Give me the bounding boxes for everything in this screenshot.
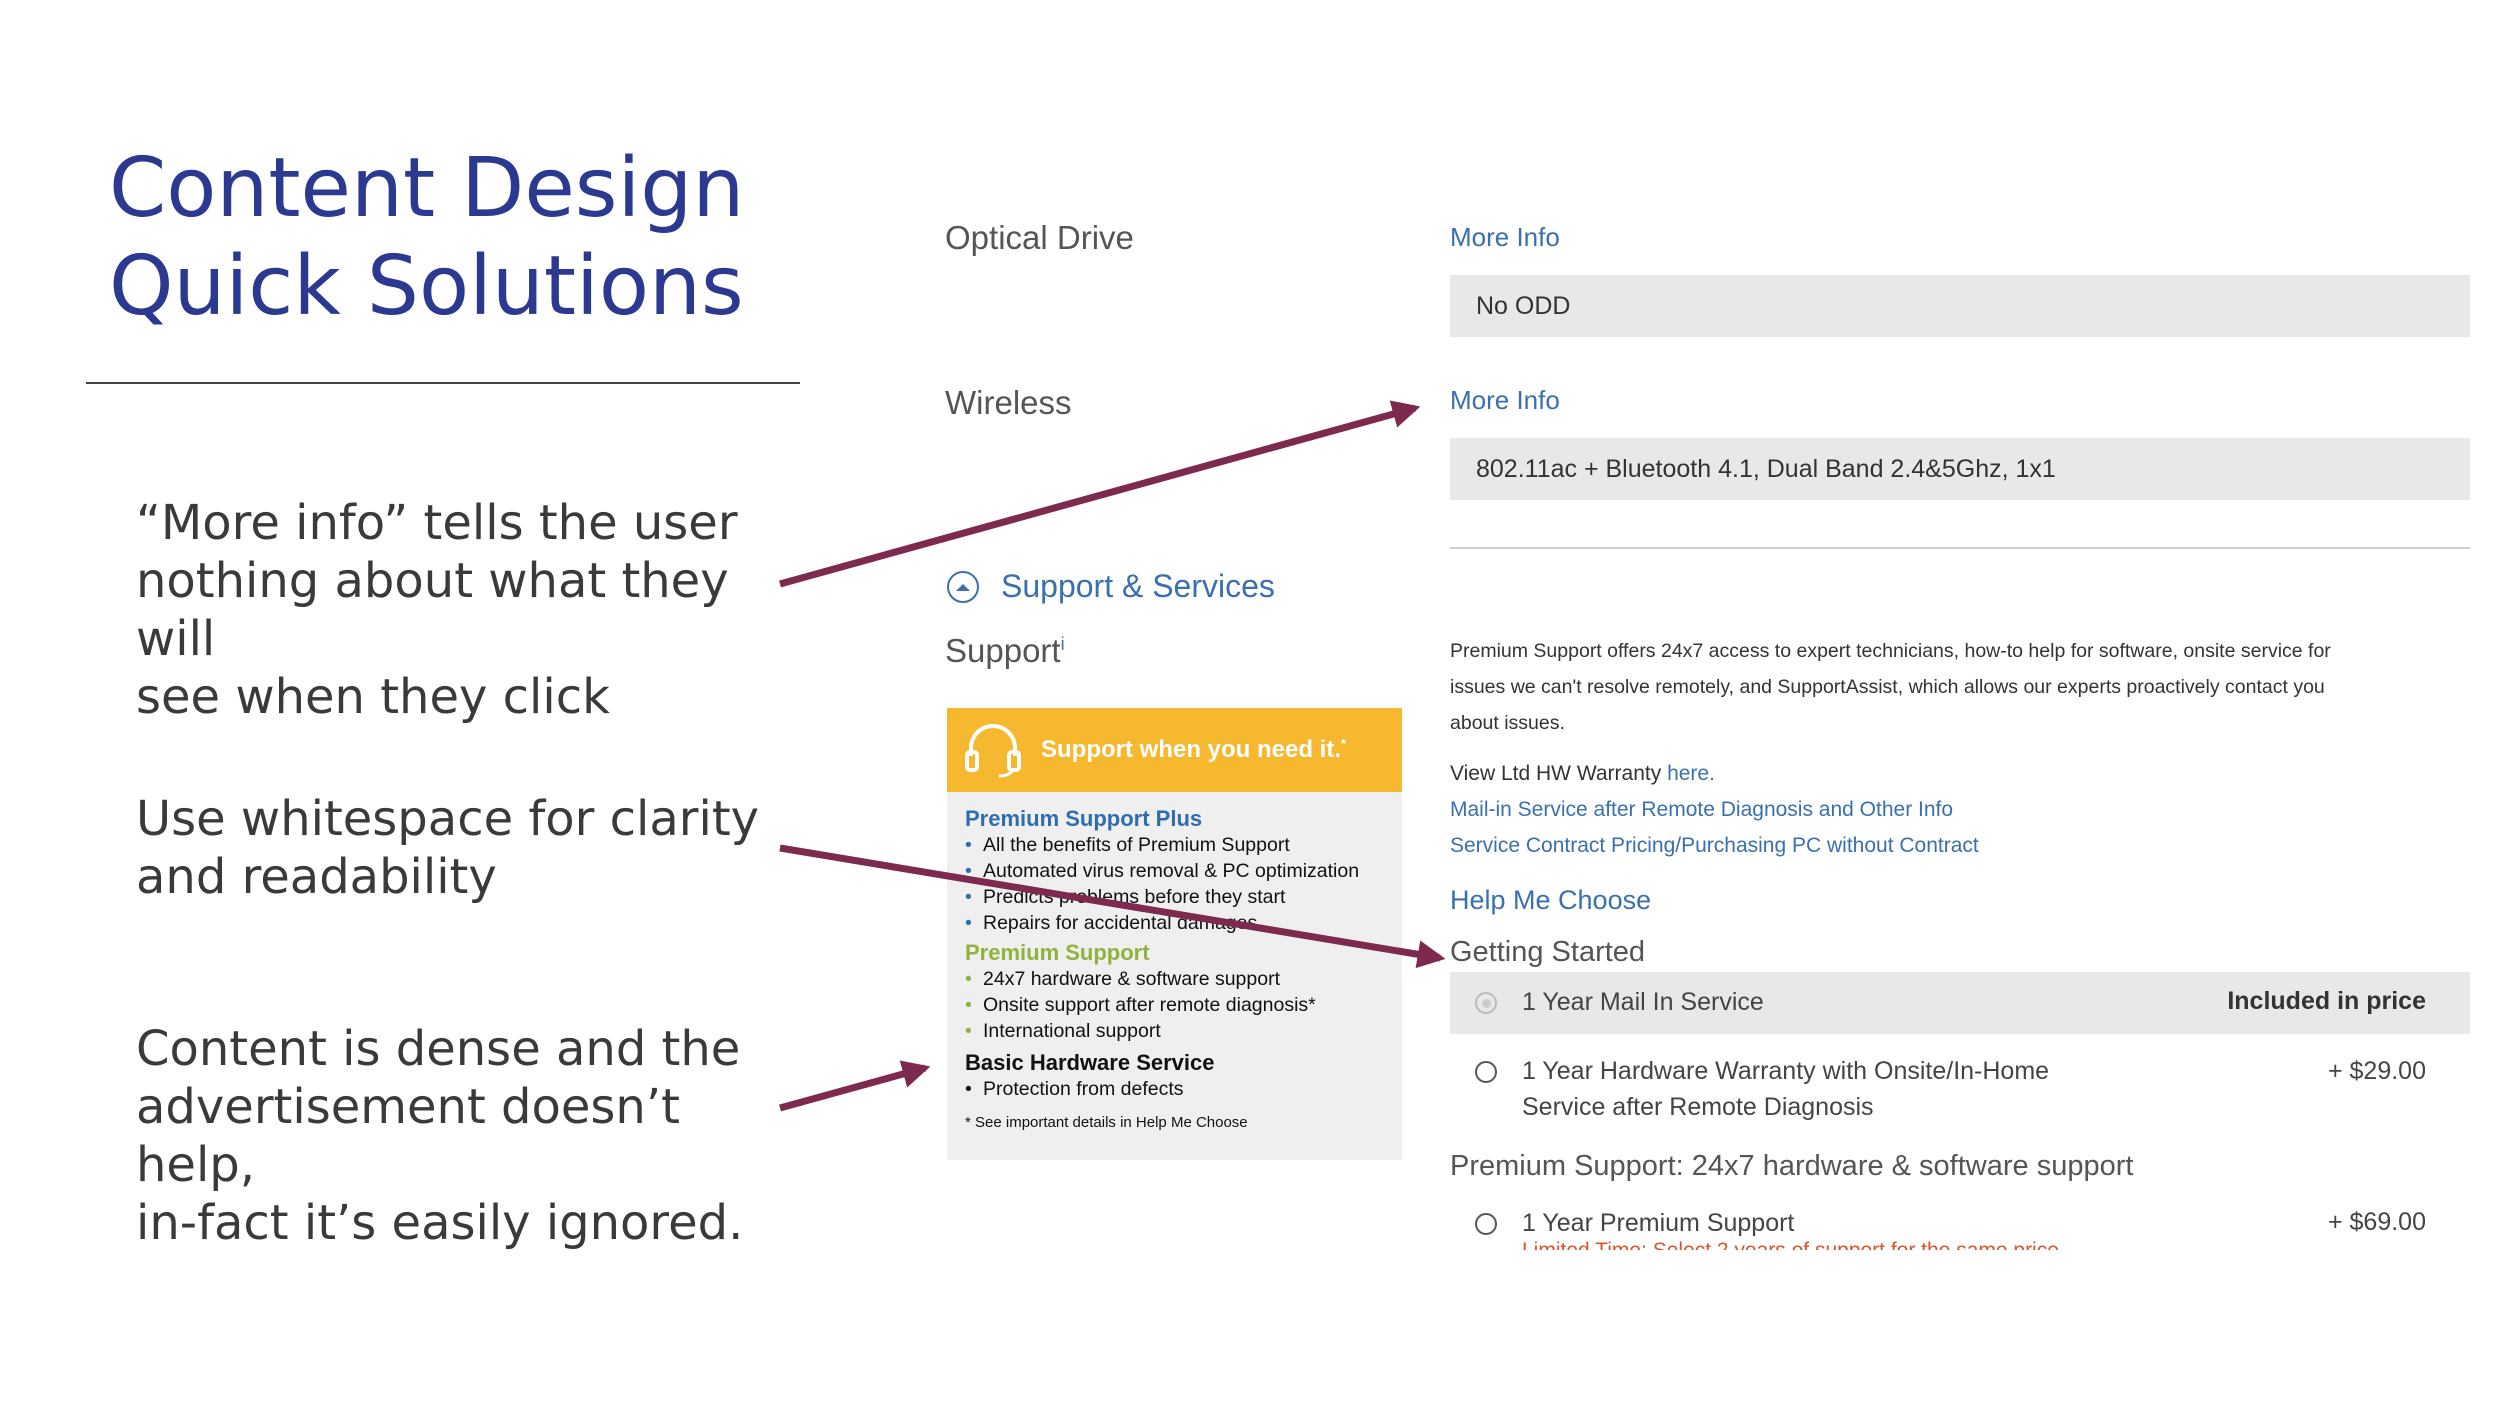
support-services-toggle[interactable]: Support & Services xyxy=(947,568,1275,605)
chevron-up-circle-icon xyxy=(947,570,979,603)
support-label-text: Support xyxy=(945,632,1061,669)
ad-list-item: Automated virus removal & PC optimizatio… xyxy=(965,858,1384,884)
arrow-to-advertisement xyxy=(779,1060,931,1112)
ad-premium-title: Premium Support xyxy=(965,940,1150,965)
option-label: 1 Year Premium Support xyxy=(1522,1209,1795,1237)
radio-button[interactable] xyxy=(1475,1061,1497,1083)
option-price: Included in price xyxy=(2227,987,2426,1015)
ad-list-item: International support xyxy=(965,1018,1384,1044)
description-line: Premium Support offers 24x7 access to ex… xyxy=(1450,640,2331,662)
note-line: in-fact it’s easily ignored. xyxy=(136,1195,744,1251)
ad-footnote: * See important details in Help Me Choos… xyxy=(965,1114,1248,1131)
option-premium-support[interactable]: 1 Year Premium Support + $69.00 Limited … xyxy=(1450,1193,2470,1250)
note-more-info: “More info” tells the user nothing about… xyxy=(136,494,786,726)
option-price: + $69.00 xyxy=(2327,1208,2426,1236)
warranty-here-link[interactable]: here. xyxy=(1667,762,1715,785)
support-links: View Ltd HW Warranty here. Mail-in Servi… xyxy=(1450,756,2470,864)
getting-started-heading: Getting Started xyxy=(1450,936,1646,968)
mail-in-service-link[interactable]: Mail-in Service after Remote Diagnosis a… xyxy=(1450,792,2470,828)
support-label: Supporti xyxy=(945,632,1065,670)
ad-body: Premium Support Plus All the benefits of… xyxy=(947,792,1402,1131)
note-line: advertisement doesn’t help, xyxy=(136,1079,680,1193)
support-description: Premium Support offers 24x7 access to ex… xyxy=(1450,633,2470,741)
ad-list-item: Predicts problems before they start xyxy=(965,884,1384,910)
warranty-text: View Ltd HW Warranty xyxy=(1450,762,1668,785)
note-line: Use whitespace for clarity xyxy=(136,791,760,847)
ad-banner: Support when you need it.* xyxy=(947,708,1402,792)
ad-slogan-sup: * xyxy=(1341,736,1347,751)
premium-support-heading: Premium Support: 24x7 hardware & softwar… xyxy=(1450,1150,2134,1182)
ad-list-item: Protection from defects xyxy=(965,1076,1384,1102)
slide-title-line-2: Quick Solutions xyxy=(109,239,744,334)
promo-text: Limited Time: Select 2 years of support … xyxy=(1522,1239,2059,1250)
config-screenshot: Optical Drive More Info No ODD Wireless … xyxy=(935,190,2470,1250)
description-line: about issues. xyxy=(1450,712,1565,734)
ad-slogan: Support when you need it.* xyxy=(1041,736,1346,764)
optical-more-info-link[interactable]: More Info xyxy=(1450,222,1560,253)
slide-title: Content Design Quick Solutions xyxy=(109,140,869,336)
wireless-more-info-link[interactable]: More Info xyxy=(1450,385,1560,416)
slide-title-line-1: Content Design xyxy=(109,141,745,236)
option-label-line: 1 Year Hardware Warranty with Onsite/In-… xyxy=(1522,1057,2050,1085)
note-line: and readability xyxy=(136,849,497,905)
ad-basic-title: Basic Hardware Service xyxy=(965,1050,1215,1075)
radio-button-disabled[interactable] xyxy=(1475,992,1497,1014)
wireless-value-box[interactable]: 802.11ac + Bluetooth 4.1, Dual Band 2.4&… xyxy=(1450,438,2470,500)
title-divider xyxy=(86,382,800,384)
section-divider xyxy=(1450,547,2470,549)
ad-list-item: Onsite support after remote diagnosis* xyxy=(965,992,1384,1018)
help-me-choose-link[interactable]: Help Me Choose xyxy=(1450,885,1651,916)
ad-plus-title: Premium Support Plus xyxy=(965,806,1203,831)
service-contract-pricing-link[interactable]: Service Contract Pricing/Purchasing PC w… xyxy=(1450,828,2470,864)
option-hardware-warranty[interactable]: 1 Year Hardware Warranty with Onsite/In-… xyxy=(1450,1043,2470,1123)
description-line: issues we can't resolve remotely, and Su… xyxy=(1450,676,2325,698)
ad-list-item: Repairs for accidental damages xyxy=(965,910,1384,936)
radio-button[interactable] xyxy=(1475,1213,1497,1235)
note-line: see when they click xyxy=(136,669,610,725)
option-label: 1 Year Hardware Warranty with Onsite/In-… xyxy=(1522,1053,2049,1125)
support-advertisement[interactable]: Support when you need it.* Premium Suppo… xyxy=(947,708,1402,1160)
info-superscript-icon[interactable]: i xyxy=(1061,634,1065,654)
option-price: + $29.00 xyxy=(2327,1057,2426,1085)
optical-drive-value-box[interactable]: No ODD xyxy=(1450,275,2470,337)
headset-icon xyxy=(963,718,1023,783)
wireless-label: Wireless xyxy=(945,384,1072,421)
optical-drive-label: Optical Drive xyxy=(945,219,1134,256)
support-services-title: Support & Services xyxy=(1001,568,1275,604)
option-label-line: Service after Remote Diagnosis xyxy=(1522,1093,1874,1121)
ad-list-item: 24x7 hardware & software support xyxy=(965,966,1384,992)
note-dense-content: Content is dense and the advertisement d… xyxy=(136,1020,786,1252)
note-line: nothing about what they will xyxy=(136,553,729,667)
option-label: 1 Year Mail In Service xyxy=(1522,988,1764,1016)
wireless-value: 802.11ac + Bluetooth 4.1, Dual Band 2.4&… xyxy=(1476,454,2056,483)
note-line: “More info” tells the user xyxy=(136,495,738,551)
optical-drive-value: No ODD xyxy=(1476,291,1571,320)
option-mail-in-service[interactable]: 1 Year Mail In Service Included in price xyxy=(1450,972,2470,1034)
ad-list-item: All the benefits of Premium Support xyxy=(965,832,1384,858)
note-line: Content is dense and the xyxy=(136,1021,741,1077)
warranty-line: View Ltd HW Warranty here. xyxy=(1450,756,2470,792)
ad-slogan-text: Support when you need it. xyxy=(1041,736,1341,763)
note-whitespace: Use whitespace for clarity and readabili… xyxy=(136,790,786,906)
